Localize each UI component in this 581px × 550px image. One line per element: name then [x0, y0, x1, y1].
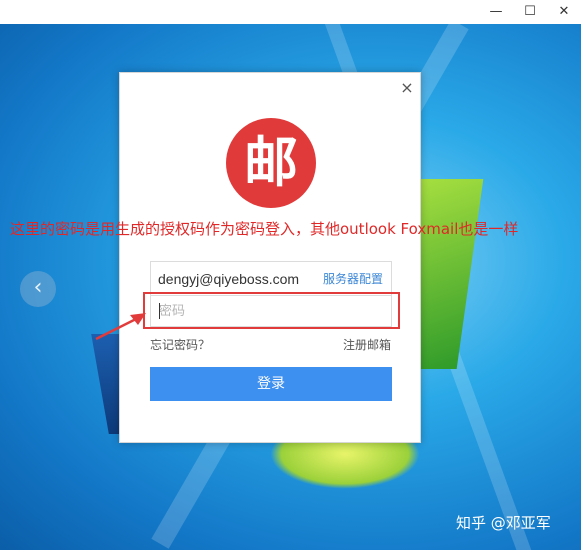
login-button[interactable]: 登录 [150, 367, 392, 401]
annotation-text: 这里的密码是用生成的授权码作为密码登入，其他outlook Foxmail也是一… [10, 220, 519, 238]
annotation-arrow-icon [95, 313, 146, 341]
window-close-button[interactable]: ✕ [546, 0, 581, 24]
minimize-button[interactable]: — [478, 0, 514, 24]
register-mailbox-link[interactable]: 注册邮箱 [343, 336, 391, 353]
maximize-button[interactable]: ☐ [512, 0, 548, 24]
zhihu-watermark: 知乎 @邓亚军 [456, 514, 551, 532]
password-highlight-box [143, 292, 400, 329]
forgot-password-link[interactable]: 忘记密码？ [150, 336, 210, 353]
server-config-link[interactable]: 服务器配置 [323, 262, 383, 296]
dialog-close-icon[interactable]: × [399, 78, 415, 98]
mail-logo: 邮 [226, 118, 316, 208]
email-field[interactable]: dengyj@qiyeboss.com 服务器配置 [150, 261, 392, 295]
email-value[interactable]: dengyj@qiyeboss.com [158, 262, 299, 296]
login-dialog: × 邮 dengyj@qiyeboss.com 服务器配置 忘记密码？ 注册邮箱… [119, 72, 421, 443]
previous-arrow-icon[interactable]: ‹ [20, 271, 56, 307]
window-titlebar: — ☐ ✕ [0, 0, 581, 24]
